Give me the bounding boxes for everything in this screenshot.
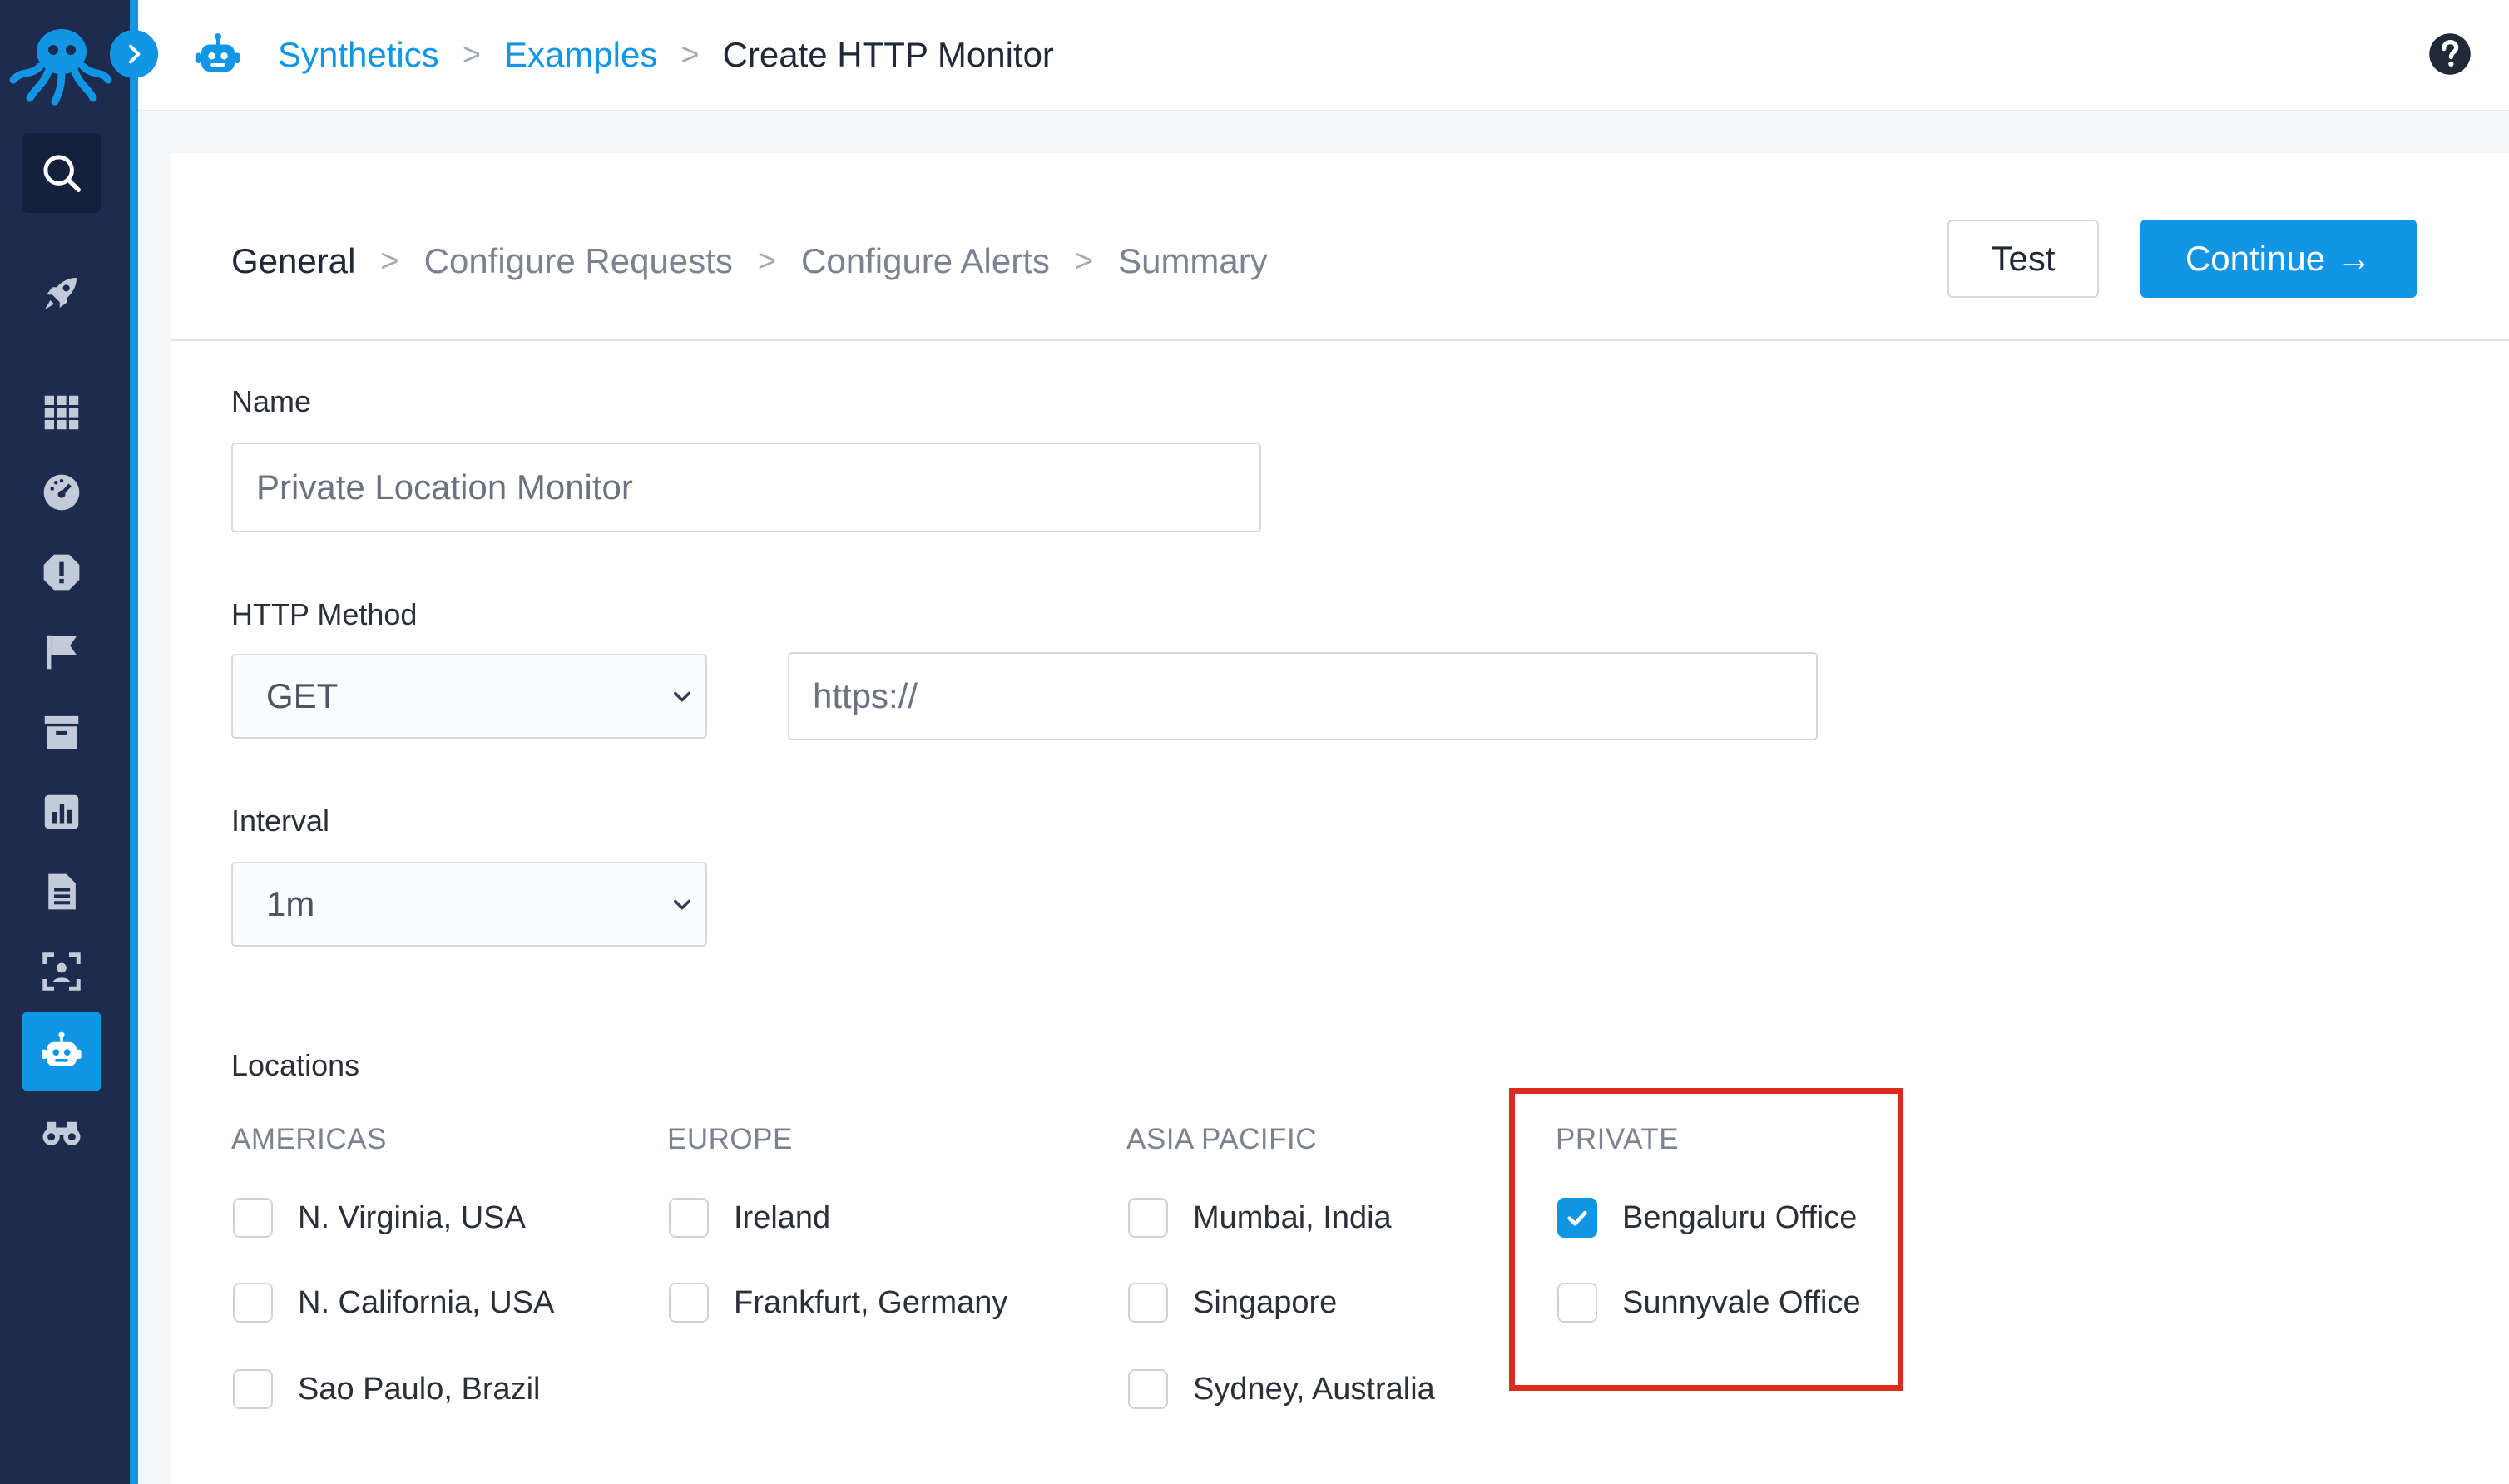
robot-icon bbox=[195, 33, 240, 72]
search-icon[interactable] bbox=[22, 133, 101, 213]
user-scan-icon[interactable] bbox=[22, 932, 101, 1012]
location-frankfurt[interactable]: Frankfurt, Germany bbox=[669, 1279, 1007, 1326]
rocket-icon[interactable] bbox=[22, 253, 101, 333]
step-separator: > bbox=[380, 243, 399, 279]
locations-label: Locations bbox=[231, 1048, 360, 1082]
checkbox[interactable] bbox=[1128, 1198, 1168, 1238]
checkbox[interactable] bbox=[1128, 1283, 1168, 1323]
highlight-annotation-box bbox=[1509, 1088, 1903, 1391]
archive-icon[interactable] bbox=[22, 692, 101, 772]
divider bbox=[171, 339, 2509, 341]
interval-label: Interval bbox=[231, 804, 330, 838]
breadcrumb: Synthetics > Examples > Create HTTP Moni… bbox=[278, 0, 1054, 110]
interval-value: 1m bbox=[266, 884, 315, 923]
dashboard-gauge-icon[interactable] bbox=[22, 453, 101, 532]
step-summary[interactable]: Summary bbox=[1118, 241, 1268, 281]
location-n-virginia[interactable]: N. Virginia, USA bbox=[233, 1195, 526, 1241]
breadcrumb-synthetics[interactable]: Synthetics bbox=[278, 35, 439, 75]
location-singapore[interactable]: Singapore bbox=[1128, 1279, 1337, 1326]
location-sao-paulo[interactable]: Sao Paulo, Brazil bbox=[233, 1366, 541, 1412]
arrow-right-icon: → bbox=[2337, 239, 2373, 278]
location-ireland[interactable]: Ireland bbox=[669, 1195, 830, 1241]
step-configure-requests[interactable]: Configure Requests bbox=[424, 241, 733, 281]
test-button[interactable]: Test bbox=[1947, 220, 2099, 298]
location-label: Frankfurt, Germany bbox=[734, 1284, 1008, 1320]
document-icon[interactable] bbox=[22, 852, 101, 932]
checkbox[interactable] bbox=[233, 1283, 273, 1323]
interval-select[interactable]: 1m bbox=[231, 862, 707, 947]
location-label: Singapore bbox=[1193, 1284, 1338, 1320]
chevron-down-icon bbox=[674, 691, 690, 702]
step-separator: > bbox=[757, 243, 777, 279]
location-group-asia-pacific: ASIA PACIFIC bbox=[1126, 1123, 1318, 1155]
binoculars-icon[interactable] bbox=[22, 1091, 101, 1171]
location-label: Sao Paulo, Brazil bbox=[298, 1371, 541, 1407]
breadcrumb-separator: > bbox=[680, 37, 700, 72]
http-method-label: HTTP Method bbox=[231, 597, 418, 631]
name-label: Name bbox=[231, 384, 312, 418]
http-method-value: GET bbox=[266, 676, 339, 715]
location-label: N. Virginia, USA bbox=[298, 1200, 526, 1235]
top-bar: Synthetics > Examples > Create HTTP Moni… bbox=[138, 0, 2509, 111]
sidebar-edge bbox=[130, 0, 138, 1484]
location-label: N. California, USA bbox=[298, 1284, 555, 1320]
flag-icon[interactable] bbox=[22, 612, 101, 692]
chevron-down-icon bbox=[674, 899, 690, 910]
step-configure-alerts[interactable]: Configure Alerts bbox=[801, 241, 1050, 281]
continue-button-label: Continue bbox=[2185, 239, 2326, 278]
checkbox[interactable] bbox=[233, 1369, 273, 1409]
breadcrumb-examples[interactable]: Examples bbox=[504, 35, 657, 75]
location-mumbai[interactable]: Mumbai, India bbox=[1128, 1195, 1392, 1241]
page-title: Create HTTP Monitor bbox=[722, 35, 1054, 74]
wizard-steps: General > Configure Requests > Configure… bbox=[231, 236, 1268, 286]
chart-icon[interactable] bbox=[22, 772, 101, 852]
step-separator: > bbox=[1074, 243, 1094, 279]
octopus-logo-icon[interactable] bbox=[7, 18, 115, 110]
location-group-americas: AMERICAS bbox=[231, 1123, 387, 1155]
location-group-europe: EUROPE bbox=[667, 1123, 793, 1155]
location-label: Ireland bbox=[734, 1200, 831, 1235]
checkbox[interactable] bbox=[669, 1283, 709, 1323]
location-label: Sydney, Australia bbox=[1193, 1371, 1435, 1407]
continue-button[interactable]: Continue → bbox=[2140, 220, 2417, 298]
apps-grid-icon[interactable] bbox=[22, 373, 101, 453]
expand-sidebar-button[interactable] bbox=[110, 30, 158, 78]
breadcrumb-separator: > bbox=[462, 37, 481, 72]
checkbox[interactable] bbox=[669, 1198, 709, 1238]
name-input[interactable]: Private Location Monitor bbox=[231, 443, 1261, 532]
url-input[interactable]: https:// bbox=[788, 652, 1818, 740]
help-icon[interactable] bbox=[2427, 32, 2472, 77]
http-method-select[interactable]: GET bbox=[231, 654, 707, 739]
step-general[interactable]: General bbox=[231, 241, 355, 281]
sidebar bbox=[0, 0, 130, 1484]
location-n-california[interactable]: N. California, USA bbox=[233, 1279, 554, 1326]
checkbox[interactable] bbox=[233, 1198, 273, 1238]
alert-icon[interactable] bbox=[22, 532, 101, 612]
chevron-right-icon bbox=[129, 44, 141, 64]
checkbox[interactable] bbox=[1128, 1369, 1168, 1409]
robot-icon[interactable] bbox=[22, 1012, 101, 1091]
location-sydney[interactable]: Sydney, Australia bbox=[1128, 1366, 1435, 1412]
location-label: Mumbai, India bbox=[1193, 1200, 1392, 1235]
